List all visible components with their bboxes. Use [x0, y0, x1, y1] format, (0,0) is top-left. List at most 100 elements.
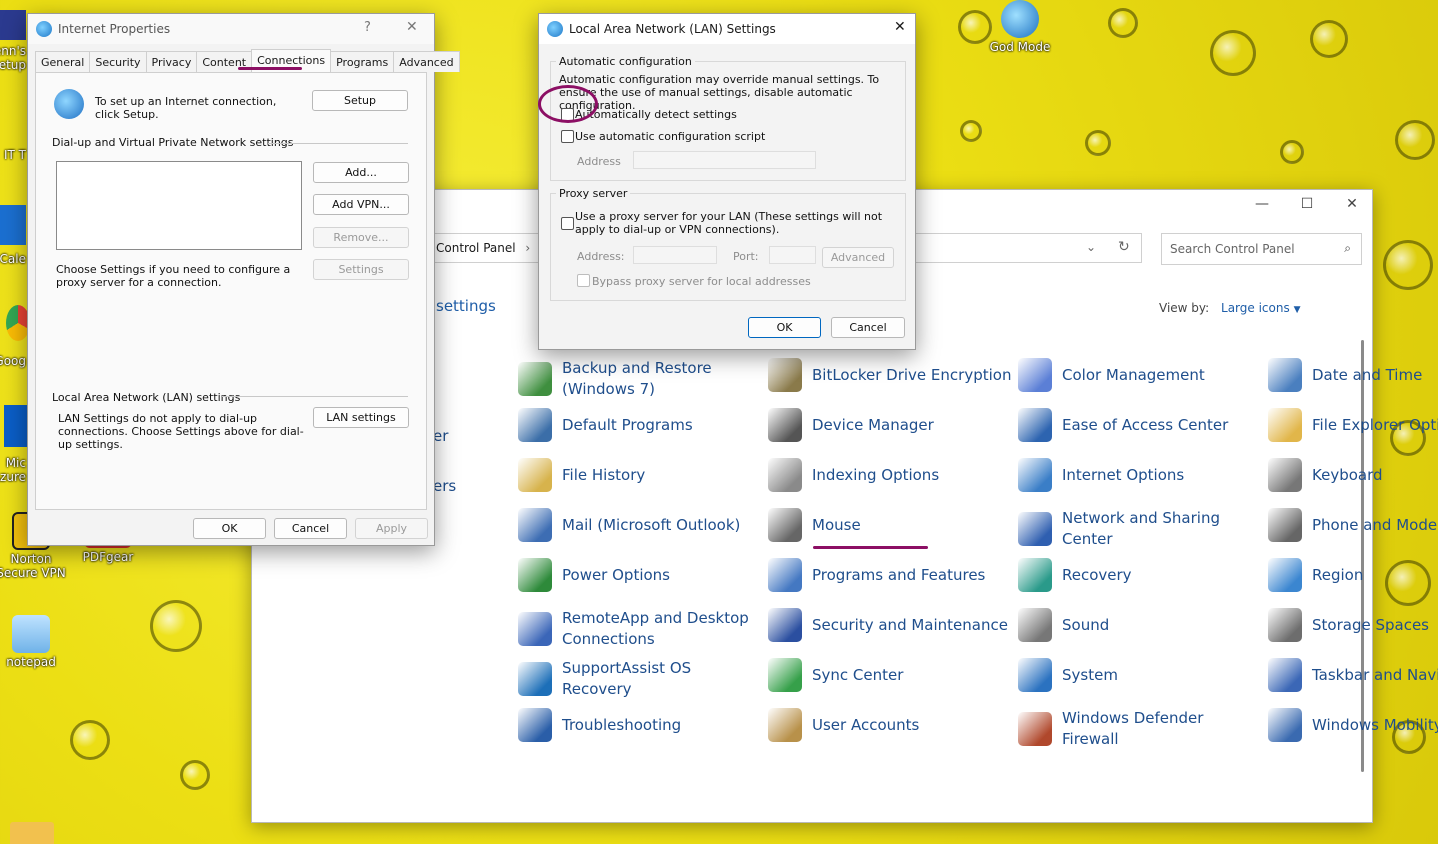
app-icon	[0, 205, 26, 245]
cp-item-internet-options[interactable]: Internet Options	[1018, 458, 1184, 492]
search-placeholder: Search Control Panel	[1170, 242, 1295, 256]
cp-item-file-history[interactable]: File History	[518, 458, 645, 492]
cp-item-label: Internet Options	[1062, 465, 1185, 484]
cp-item-security-maintenance[interactable]: Security and Maintenance	[768, 608, 1008, 642]
choose-settings-text: Choose Settings if you need to configure…	[56, 263, 291, 289]
cp-item-mouse[interactable]: Mouse	[768, 508, 861, 542]
cp-item-label: Region	[1312, 565, 1364, 584]
cp-item-power-options[interactable]: Power Options	[518, 558, 670, 592]
search-input[interactable]: Search Control Panel ⌕	[1161, 233, 1362, 265]
add-button[interactable]: Add...	[313, 162, 409, 183]
cp-item-device-manager[interactable]: Device Manager	[768, 408, 934, 442]
tab-advanced[interactable]: Advanced	[393, 51, 460, 72]
partial-item-label[interactable]: ers	[433, 477, 456, 495]
cp-item-storage-spaces[interactable]: Storage Spaces	[1268, 608, 1429, 642]
search-icon: ⌕	[1344, 241, 1351, 255]
chevron-down-icon[interactable]: ⌄	[1086, 240, 1096, 254]
tab-security[interactable]: Security	[89, 51, 147, 72]
ok-button[interactable]: OK	[748, 317, 821, 338]
bypass-checkbox[interactable]	[577, 274, 590, 287]
cancel-button[interactable]: Cancel	[831, 317, 905, 338]
auto-script-label[interactable]: Use automatic configuration script	[575, 130, 765, 143]
minimize-icon[interactable]: —	[1252, 196, 1272, 212]
cp-item-indexing-options[interactable]: Indexing Options	[768, 458, 939, 492]
cp-item-firewall[interactable]: Windows Defender Firewall	[1018, 708, 1203, 750]
maximize-icon[interactable]: ☐	[1297, 196, 1317, 212]
mail-icon	[518, 508, 552, 542]
advanced-button[interactable]: Advanced	[822, 247, 894, 268]
breadcrumb-separator-icon: ›	[525, 241, 531, 255]
desktop-icon-god-mode[interactable]: God Mode	[985, 0, 1055, 54]
bypass-label[interactable]: Bypass proxy server for local addresses	[592, 275, 811, 288]
dialog-title: Internet Properties	[58, 22, 171, 36]
port-field[interactable]	[769, 246, 816, 264]
cp-item-label: Indexing Options	[812, 465, 940, 484]
apply-button[interactable]: Apply	[355, 518, 428, 539]
cp-item-label: Storage Spaces	[1312, 615, 1429, 634]
cp-item-system[interactable]: System	[1018, 658, 1118, 692]
cp-item-supportassist[interactable]: SupportAssist OS Recovery	[518, 658, 691, 700]
close-icon[interactable]: ✕	[1342, 196, 1362, 212]
cp-item-file-explorer-options[interactable]: File Explorer Options	[1268, 408, 1438, 442]
cp-item-recovery[interactable]: Recovery	[1018, 558, 1132, 592]
proxy-label[interactable]: Use a proxy server for your LAN (These s…	[575, 210, 895, 236]
connections-listbox[interactable]	[56, 161, 302, 250]
view-by-dropdown[interactable]: Large icons	[1221, 301, 1290, 315]
cp-item-network-sharing[interactable]: Network and Sharing Center	[1018, 508, 1220, 550]
cp-item-user-accounts[interactable]: User Accounts	[768, 708, 919, 742]
auto-detect-label[interactable]: Automatically detect settings	[575, 108, 737, 121]
close-icon[interactable]: ✕	[894, 19, 906, 35]
cp-item-troubleshooting[interactable]: Troubleshooting	[518, 708, 681, 742]
tab-privacy[interactable]: Privacy	[145, 51, 198, 72]
cp-item-label: System	[1062, 665, 1118, 684]
cp-item-sound[interactable]: Sound	[1018, 608, 1109, 642]
partial-item-label[interactable]: er	[433, 427, 448, 445]
divider	[268, 143, 408, 144]
firewall-icon	[1018, 712, 1052, 746]
cp-item-mobility-center[interactable]: Windows Mobility Center	[1268, 708, 1438, 742]
cp-item-taskbar-navigation[interactable]: Taskbar and Navigation	[1268, 658, 1438, 692]
cp-item-label: Network and Sharing Center	[1062, 509, 1220, 548]
proxy-checkbox[interactable]	[561, 217, 574, 230]
cp-item-keyboard[interactable]: Keyboard	[1268, 458, 1383, 492]
cp-item-backup-restore[interactable]: Backup and Restore (Windows 7)	[518, 358, 712, 400]
cp-item-bitlocker[interactable]: BitLocker Drive Encryption	[768, 358, 1011, 392]
network-sharing-icon	[1018, 512, 1052, 546]
help-icon[interactable]: ?	[364, 20, 371, 35]
sync-center-icon	[768, 658, 802, 692]
cancel-button[interactable]: Cancel	[274, 518, 347, 539]
auto-script-checkbox[interactable]	[561, 130, 574, 143]
cp-item-mail[interactable]: Mail (Microsoft Outlook)	[518, 508, 740, 542]
cp-item-programs-features[interactable]: Programs and Features	[768, 558, 985, 592]
settings-button[interactable]: Settings	[313, 259, 409, 280]
proxy-address-field[interactable]	[633, 246, 717, 264]
cp-item-sync-center[interactable]: Sync Center	[768, 658, 903, 692]
cp-item-remoteapp[interactable]: RemoteApp and Desktop Connections	[518, 608, 749, 650]
cp-item-date-time[interactable]: Date and Time	[1268, 358, 1422, 392]
refresh-icon[interactable]: ↻	[1118, 239, 1130, 255]
breadcrumb-control-panel[interactable]: Control Panel	[436, 241, 516, 255]
internet-properties-dialog: Internet Properties ? ✕ General Security…	[27, 13, 460, 546]
page-heading: settings	[436, 297, 496, 315]
cp-item-default-programs[interactable]: Default Programs	[518, 408, 693, 442]
close-icon[interactable]: ✕	[406, 19, 418, 35]
script-address-field[interactable]	[633, 151, 816, 169]
cp-item-ease-of-access[interactable]: Ease of Access Center	[1018, 408, 1228, 442]
cp-item-region[interactable]: Region	[1268, 558, 1363, 592]
tab-general[interactable]: General	[35, 51, 91, 72]
lan-settings-button[interactable]: LAN settings	[313, 407, 409, 428]
add-vpn-button[interactable]: Add VPN...	[313, 194, 409, 215]
cp-item-color-management[interactable]: Color Management	[1018, 358, 1205, 392]
tab-programs[interactable]: Programs	[330, 51, 395, 72]
device-manager-icon	[768, 408, 802, 442]
desktop-icon-notepad[interactable]: notepad	[0, 615, 66, 669]
auto-config-text: Automatic configuration may override man…	[559, 73, 880, 112]
ok-button[interactable]: OK	[193, 518, 266, 539]
cp-item-phone-modem[interactable]: Phone and Modem	[1268, 508, 1438, 542]
address-label: Address	[577, 155, 621, 168]
dialog-title: Local Area Network (LAN) Settings	[569, 22, 776, 36]
setup-button[interactable]: Setup	[312, 90, 408, 111]
cp-item-label: Mouse	[812, 515, 861, 534]
cp-item-label: Programs and Features	[812, 565, 986, 584]
remove-button[interactable]: Remove...	[313, 227, 409, 248]
